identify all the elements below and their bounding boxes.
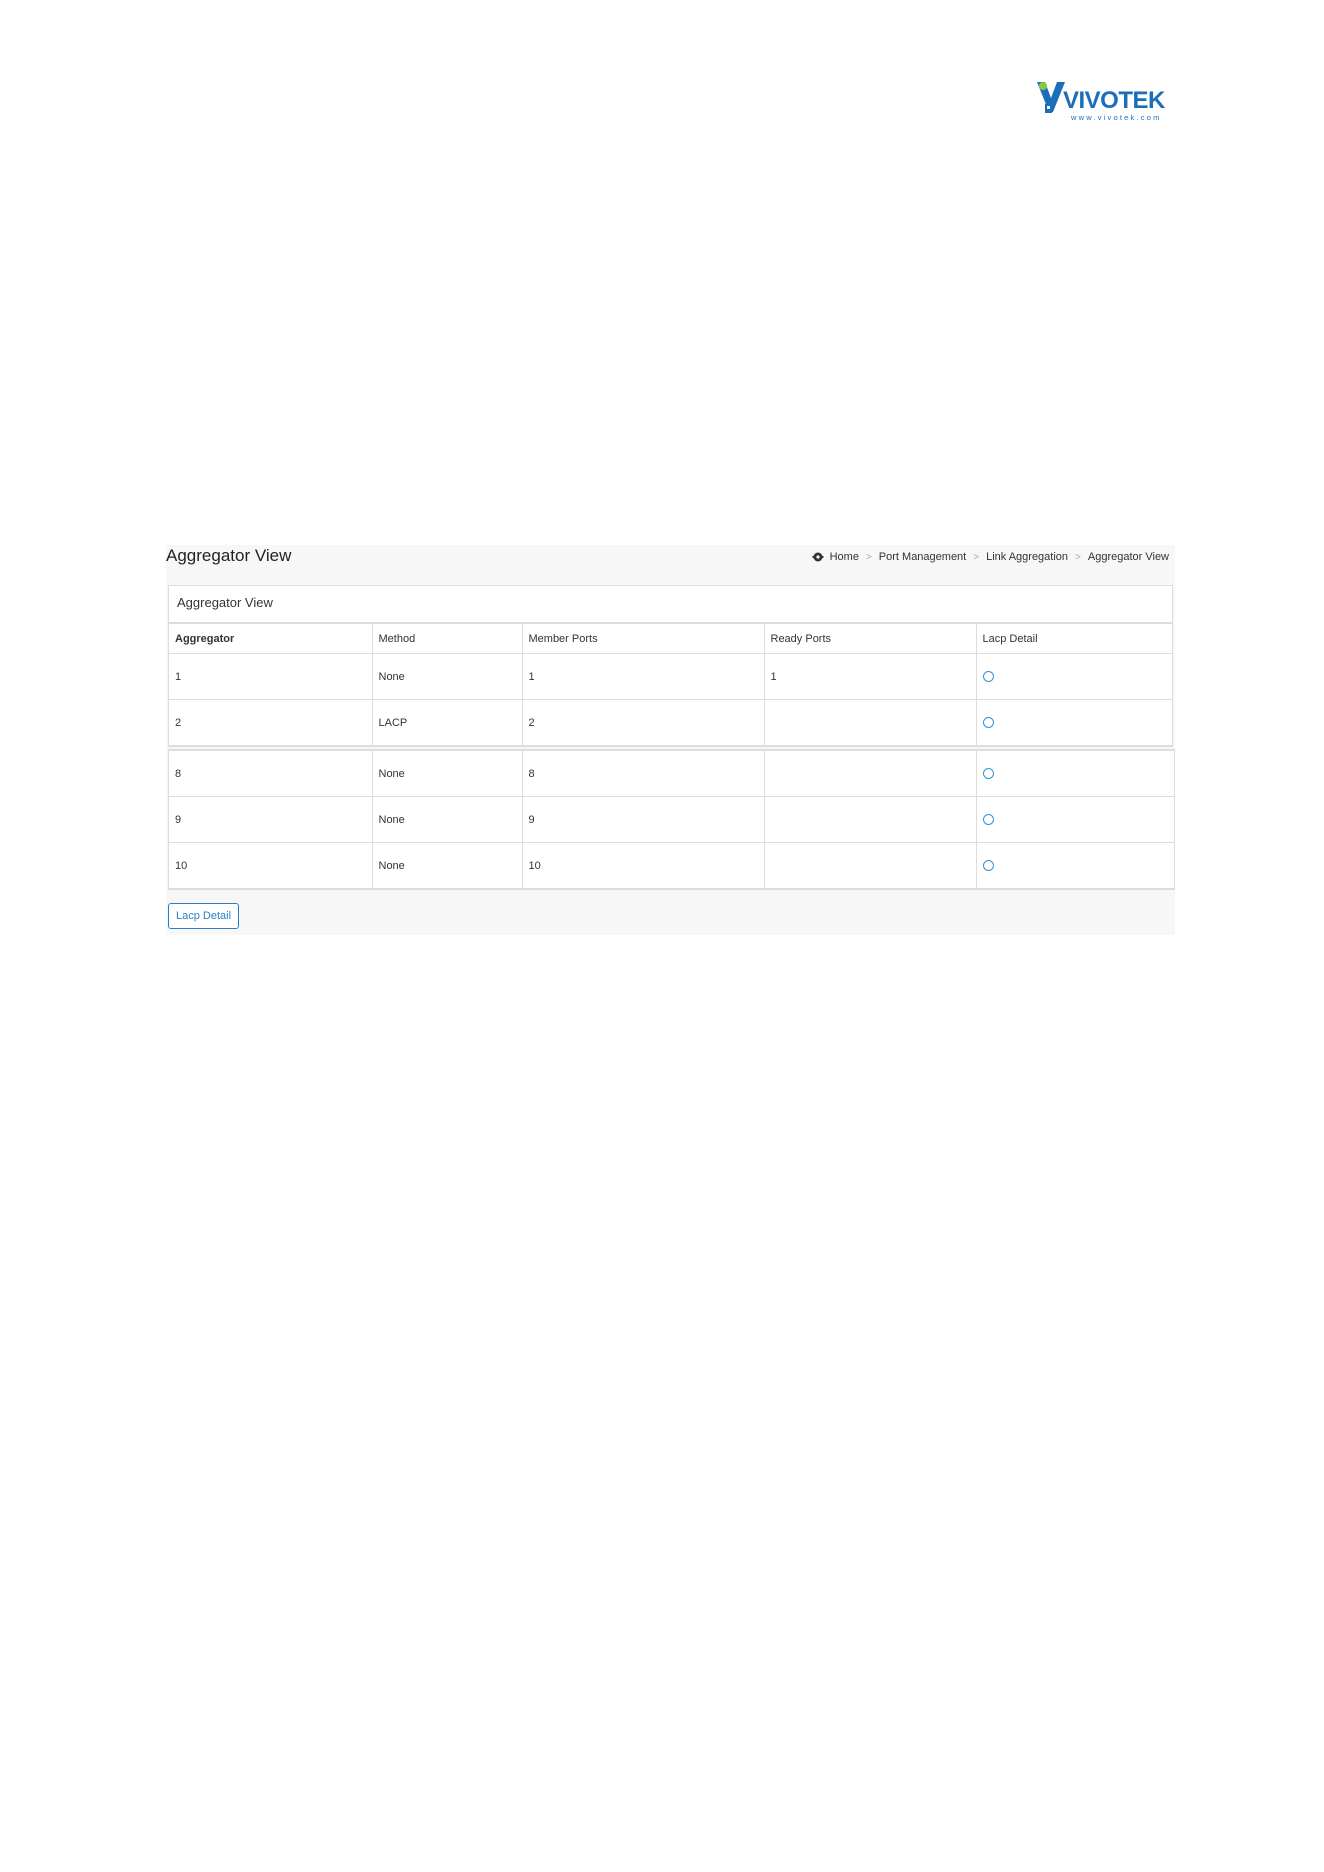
lacp-detail-button[interactable]: Lacp Detail — [168, 903, 240, 929]
cell-member-ports: 10 — [521, 842, 765, 889]
cell-lacp-detail — [975, 653, 1172, 700]
vivotek-logo-graphic: VIVOTEK www.vivotek.com — [1037, 82, 1167, 122]
column-header-member-ports: Member Ports — [521, 623, 765, 654]
cell-ready-ports — [763, 750, 977, 797]
table-row: 10 None 10 — [169, 842, 1174, 889]
cell-ready-ports: 1 — [763, 653, 977, 700]
column-header-lacp-detail: Lacp Detail — [975, 623, 1172, 654]
column-header-aggregator: Aggregator — [169, 623, 373, 654]
cell-aggregator: 2 — [169, 699, 373, 746]
lacp-detail-radio[interactable] — [982, 717, 994, 729]
table-row: 9 None 9 — [169, 796, 1174, 843]
column-header-method: Method — [371, 623, 523, 654]
breadcrumb-link-aggregation[interactable]: Link Aggregation — [986, 551, 1068, 563]
home-icon — [812, 552, 824, 562]
cell-lacp-detail — [975, 796, 1174, 843]
table-row: 8 None 8 — [169, 750, 1174, 797]
table-row: 2 LACP 2 — [169, 699, 1172, 746]
cell-lacp-detail — [975, 750, 1174, 797]
cell-ready-ports — [763, 699, 977, 746]
lacp-detail-radio[interactable] — [982, 860, 994, 872]
breadcrumb-home[interactable]: Home — [830, 551, 859, 563]
lacp-detail-radio[interactable] — [982, 814, 994, 826]
breadcrumb: Home > Port Management > Link Aggregatio… — [812, 551, 1169, 563]
vivotek-logo: VIVOTEK www.vivotek.com — [1035, 78, 1171, 122]
table-header-row: Aggregator Method Member Ports Ready Por… — [169, 623, 1172, 654]
aggregator-view-page: Aggregator View Home > Port Management >… — [166, 545, 1175, 935]
aggregator-view-box: Aggregator View Aggregator Method Member… — [168, 585, 1173, 747]
aggregator-table: Aggregator Method Member Ports Ready Por… — [169, 623, 1172, 746]
cell-aggregator: 8 — [169, 750, 373, 797]
cell-ready-ports — [763, 796, 977, 843]
cell-lacp-detail — [975, 699, 1172, 746]
column-header-ready-ports: Ready Ports — [763, 623, 977, 654]
cell-method: None — [371, 796, 523, 843]
cell-member-ports: 9 — [521, 796, 765, 843]
cell-method: None — [371, 653, 523, 700]
aggregator-table-extra: 8 None 8 9 None 9 10 None 10 — [169, 750, 1174, 889]
breadcrumb-separator: > — [973, 551, 980, 563]
cell-aggregator: 10 — [169, 842, 373, 889]
cell-ready-ports — [763, 842, 977, 889]
cell-method: LACP — [371, 699, 523, 746]
cell-aggregator: 9 — [169, 796, 373, 843]
page-title: Aggregator View — [166, 546, 292, 565]
table-row: 1 None 1 1 — [169, 653, 1172, 700]
cell-lacp-detail — [975, 842, 1174, 889]
cell-member-ports: 1 — [521, 653, 765, 700]
box-header: Aggregator View — [169, 586, 1172, 623]
svg-text:www.vivotek.com: www.vivotek.com — [1070, 113, 1162, 122]
breadcrumb-separator: > — [1075, 551, 1081, 563]
svg-text:VIVOTEK: VIVOTEK — [1063, 87, 1166, 114]
aggregator-table-continued: 8 None 8 9 None 9 10 None 10 — [168, 749, 1175, 890]
cell-member-ports: 2 — [521, 699, 765, 746]
cell-member-ports: 8 — [521, 750, 765, 797]
breadcrumb-aggregator-view: Aggregator View — [1087, 551, 1169, 563]
breadcrumb-separator: > — [865, 551, 872, 563]
lacp-detail-radio[interactable] — [982, 671, 994, 683]
lacp-detail-radio[interactable] — [982, 768, 994, 780]
breadcrumb-port-management[interactable]: Port Management — [879, 551, 966, 563]
cell-method: None — [371, 750, 523, 797]
cell-aggregator: 1 — [169, 653, 373, 700]
cell-method: None — [371, 842, 523, 889]
